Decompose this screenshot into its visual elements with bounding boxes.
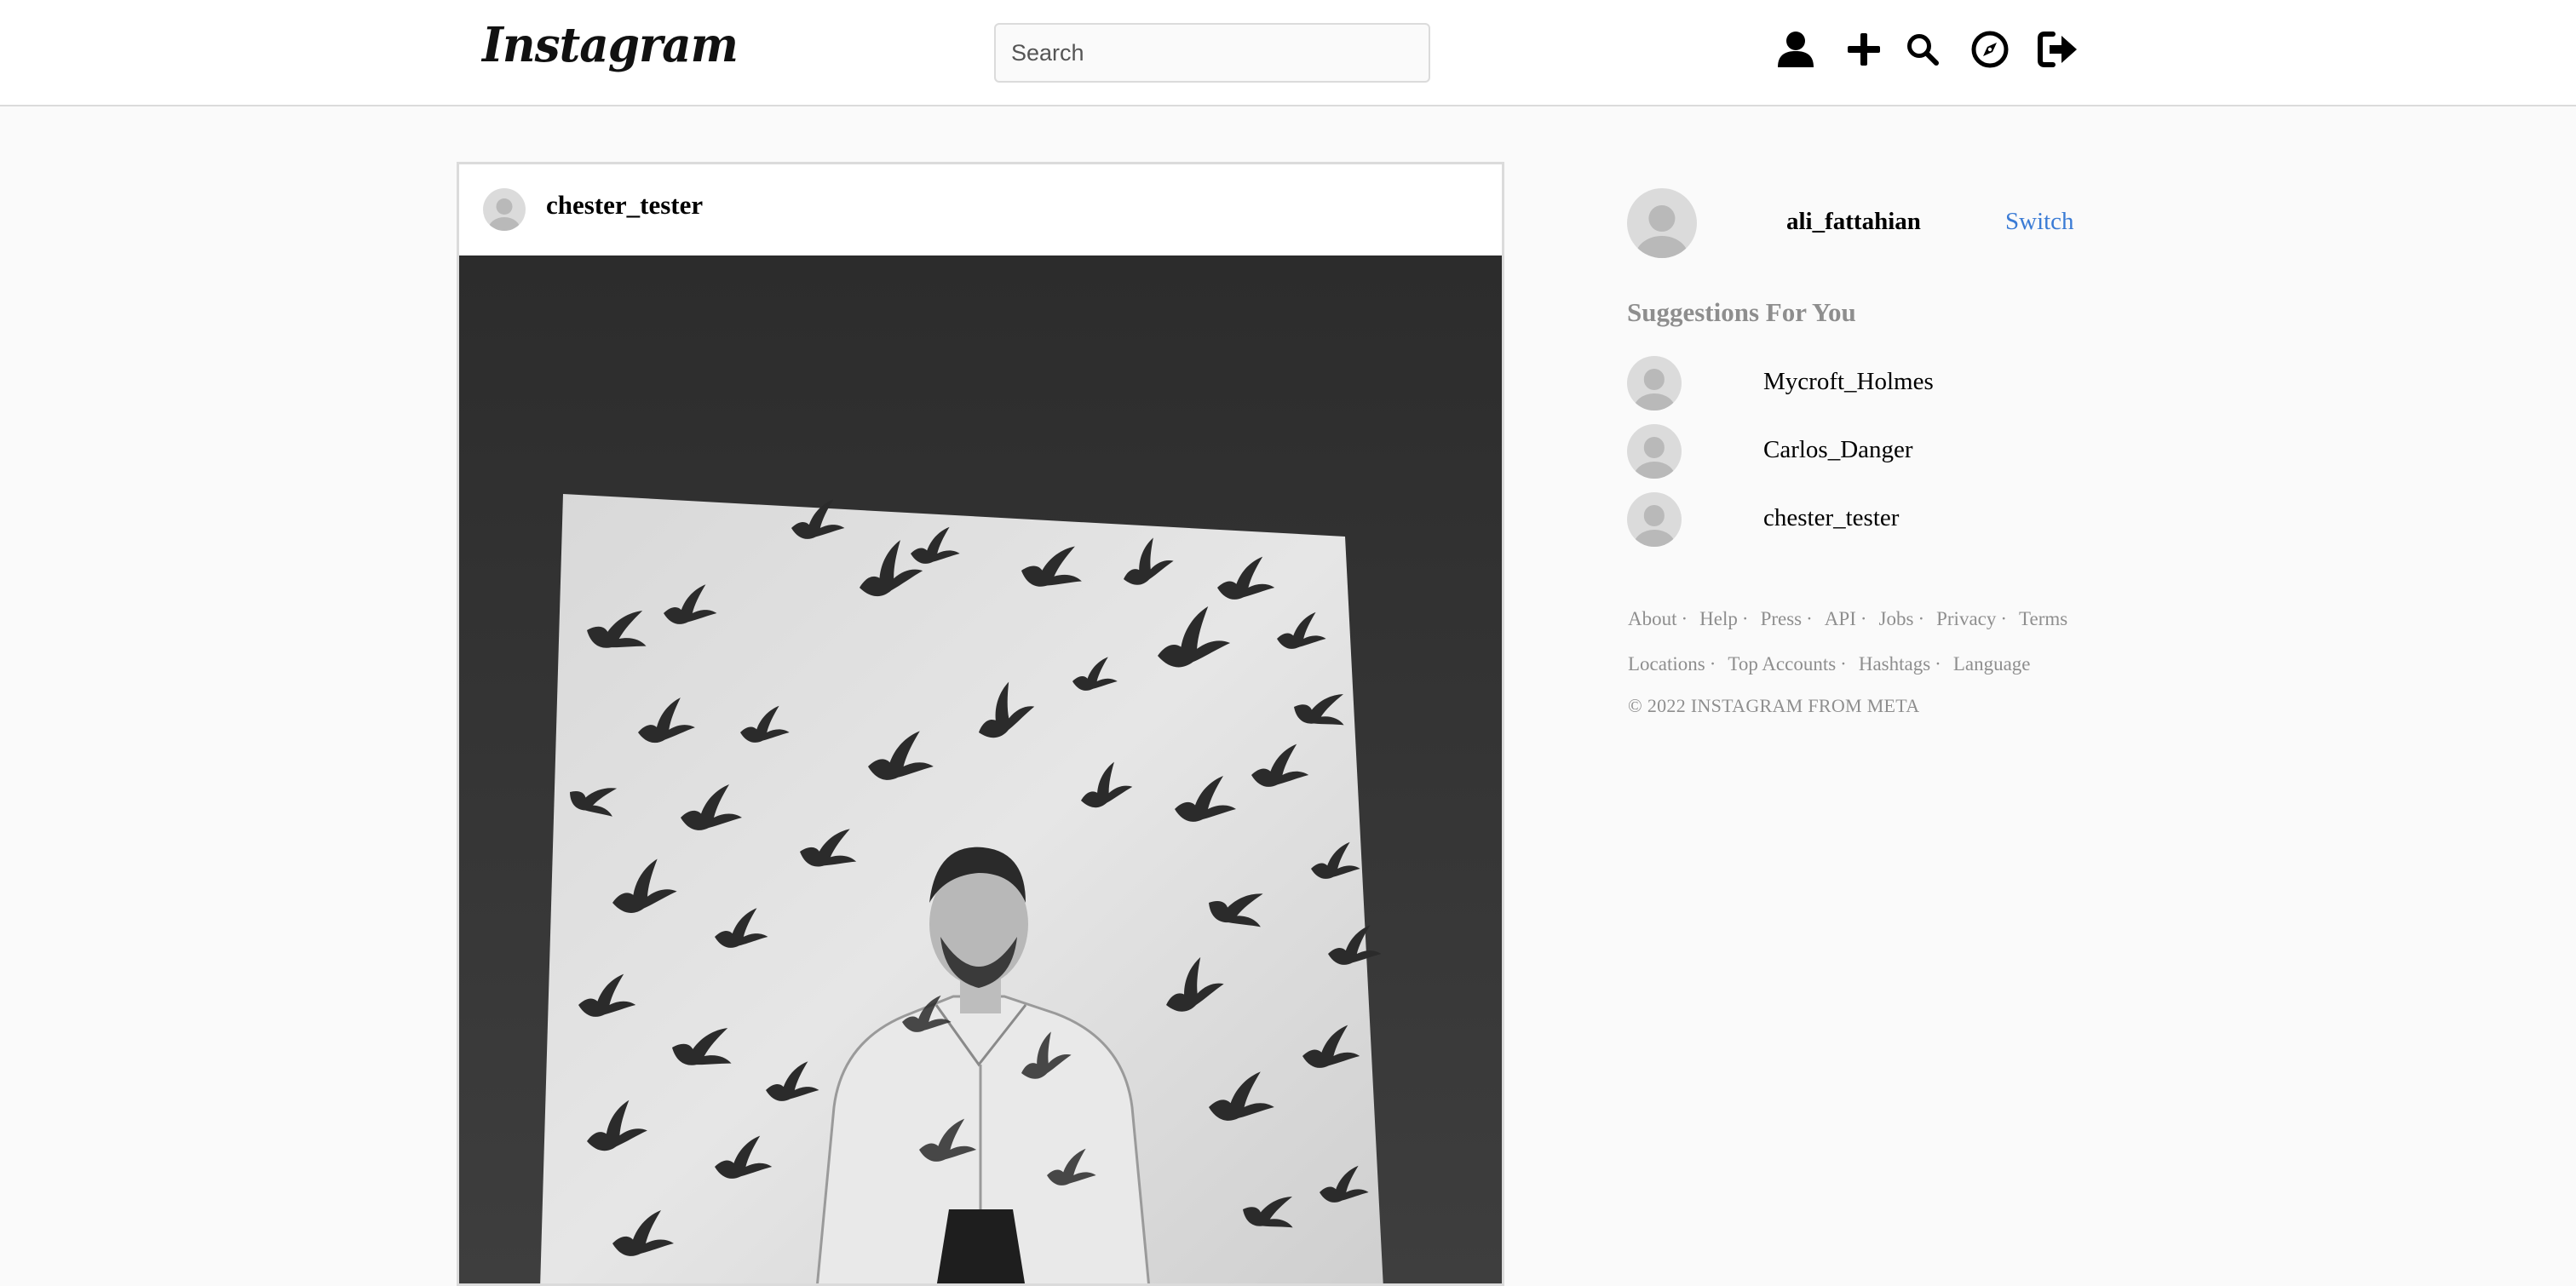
logout-icon[interactable]	[2034, 26, 2082, 73]
profile-icon[interactable]	[1772, 26, 1820, 73]
copyright-text: © 2022 INSTAGRAM FROM META	[1628, 695, 1920, 716]
footer-links-row-2: Locations · Top Accounts · Hashtags · Language	[1628, 653, 2031, 675]
footer-link-help[interactable]: Help	[1699, 608, 1738, 629]
suggestion-item: Carlos_Danger	[1627, 424, 2138, 479]
post-author-avatar[interactable]	[483, 188, 526, 231]
suggestion-username[interactable]: Carlos_Danger	[1763, 436, 1913, 464]
footer-link-terms[interactable]: Terms	[2019, 608, 2067, 629]
suggestion-username[interactable]: Mycroft_Holmes	[1763, 368, 1934, 396]
footer-link-top-accounts[interactable]: Top Accounts	[1728, 653, 1836, 675]
current-user-avatar[interactable]	[1627, 188, 1697, 258]
post-image[interactable]	[459, 255, 1504, 1286]
suggestion-avatar[interactable]	[1627, 356, 1682, 410]
post-author-username[interactable]: chester_tester	[546, 190, 703, 221]
search-icon[interactable]	[1899, 26, 1946, 73]
footer-link-api[interactable]: API	[1825, 608, 1856, 629]
footer-link-about[interactable]: About	[1628, 608, 1677, 629]
footer-link-language[interactable]: Language	[1953, 653, 2031, 675]
current-user-username[interactable]: ali_fattahian	[1786, 208, 1921, 236]
footer-link-hashtags[interactable]: Hashtags	[1859, 653, 1930, 675]
post-header: chester_tester	[459, 164, 1502, 255]
suggestion-item: Mycroft_Holmes	[1627, 356, 2138, 410]
footer-link-press[interactable]: Press	[1761, 608, 1803, 629]
instagram-logo[interactable]: Instagram	[482, 17, 739, 77]
suggestion-item: chester_tester	[1627, 492, 2138, 547]
suggestion-avatar[interactable]	[1627, 492, 1682, 547]
top-navigation-bar: Instagram	[0, 0, 2576, 106]
feed-post: chester_tester	[457, 162, 1504, 1286]
search-input[interactable]	[994, 23, 1430, 83]
footer-link-jobs[interactable]: Jobs	[1879, 608, 1914, 629]
suggestions-title: Suggestions For You	[1627, 297, 1856, 327]
explore-compass-icon[interactable]	[1966, 26, 2014, 73]
footer-links-row-1: About · Help · Press · API · Jobs · Privacy · Terms	[1628, 608, 2068, 629]
switch-account-link[interactable]: Switch	[2005, 208, 2074, 236]
suggestion-username[interactable]: chester_tester	[1763, 504, 1899, 532]
suggestion-avatar[interactable]	[1627, 424, 1682, 479]
footer-link-privacy[interactable]: Privacy	[1936, 608, 1996, 629]
footer-link-locations[interactable]: Locations	[1628, 653, 1705, 675]
plus-icon[interactable]	[1840, 26, 1888, 73]
